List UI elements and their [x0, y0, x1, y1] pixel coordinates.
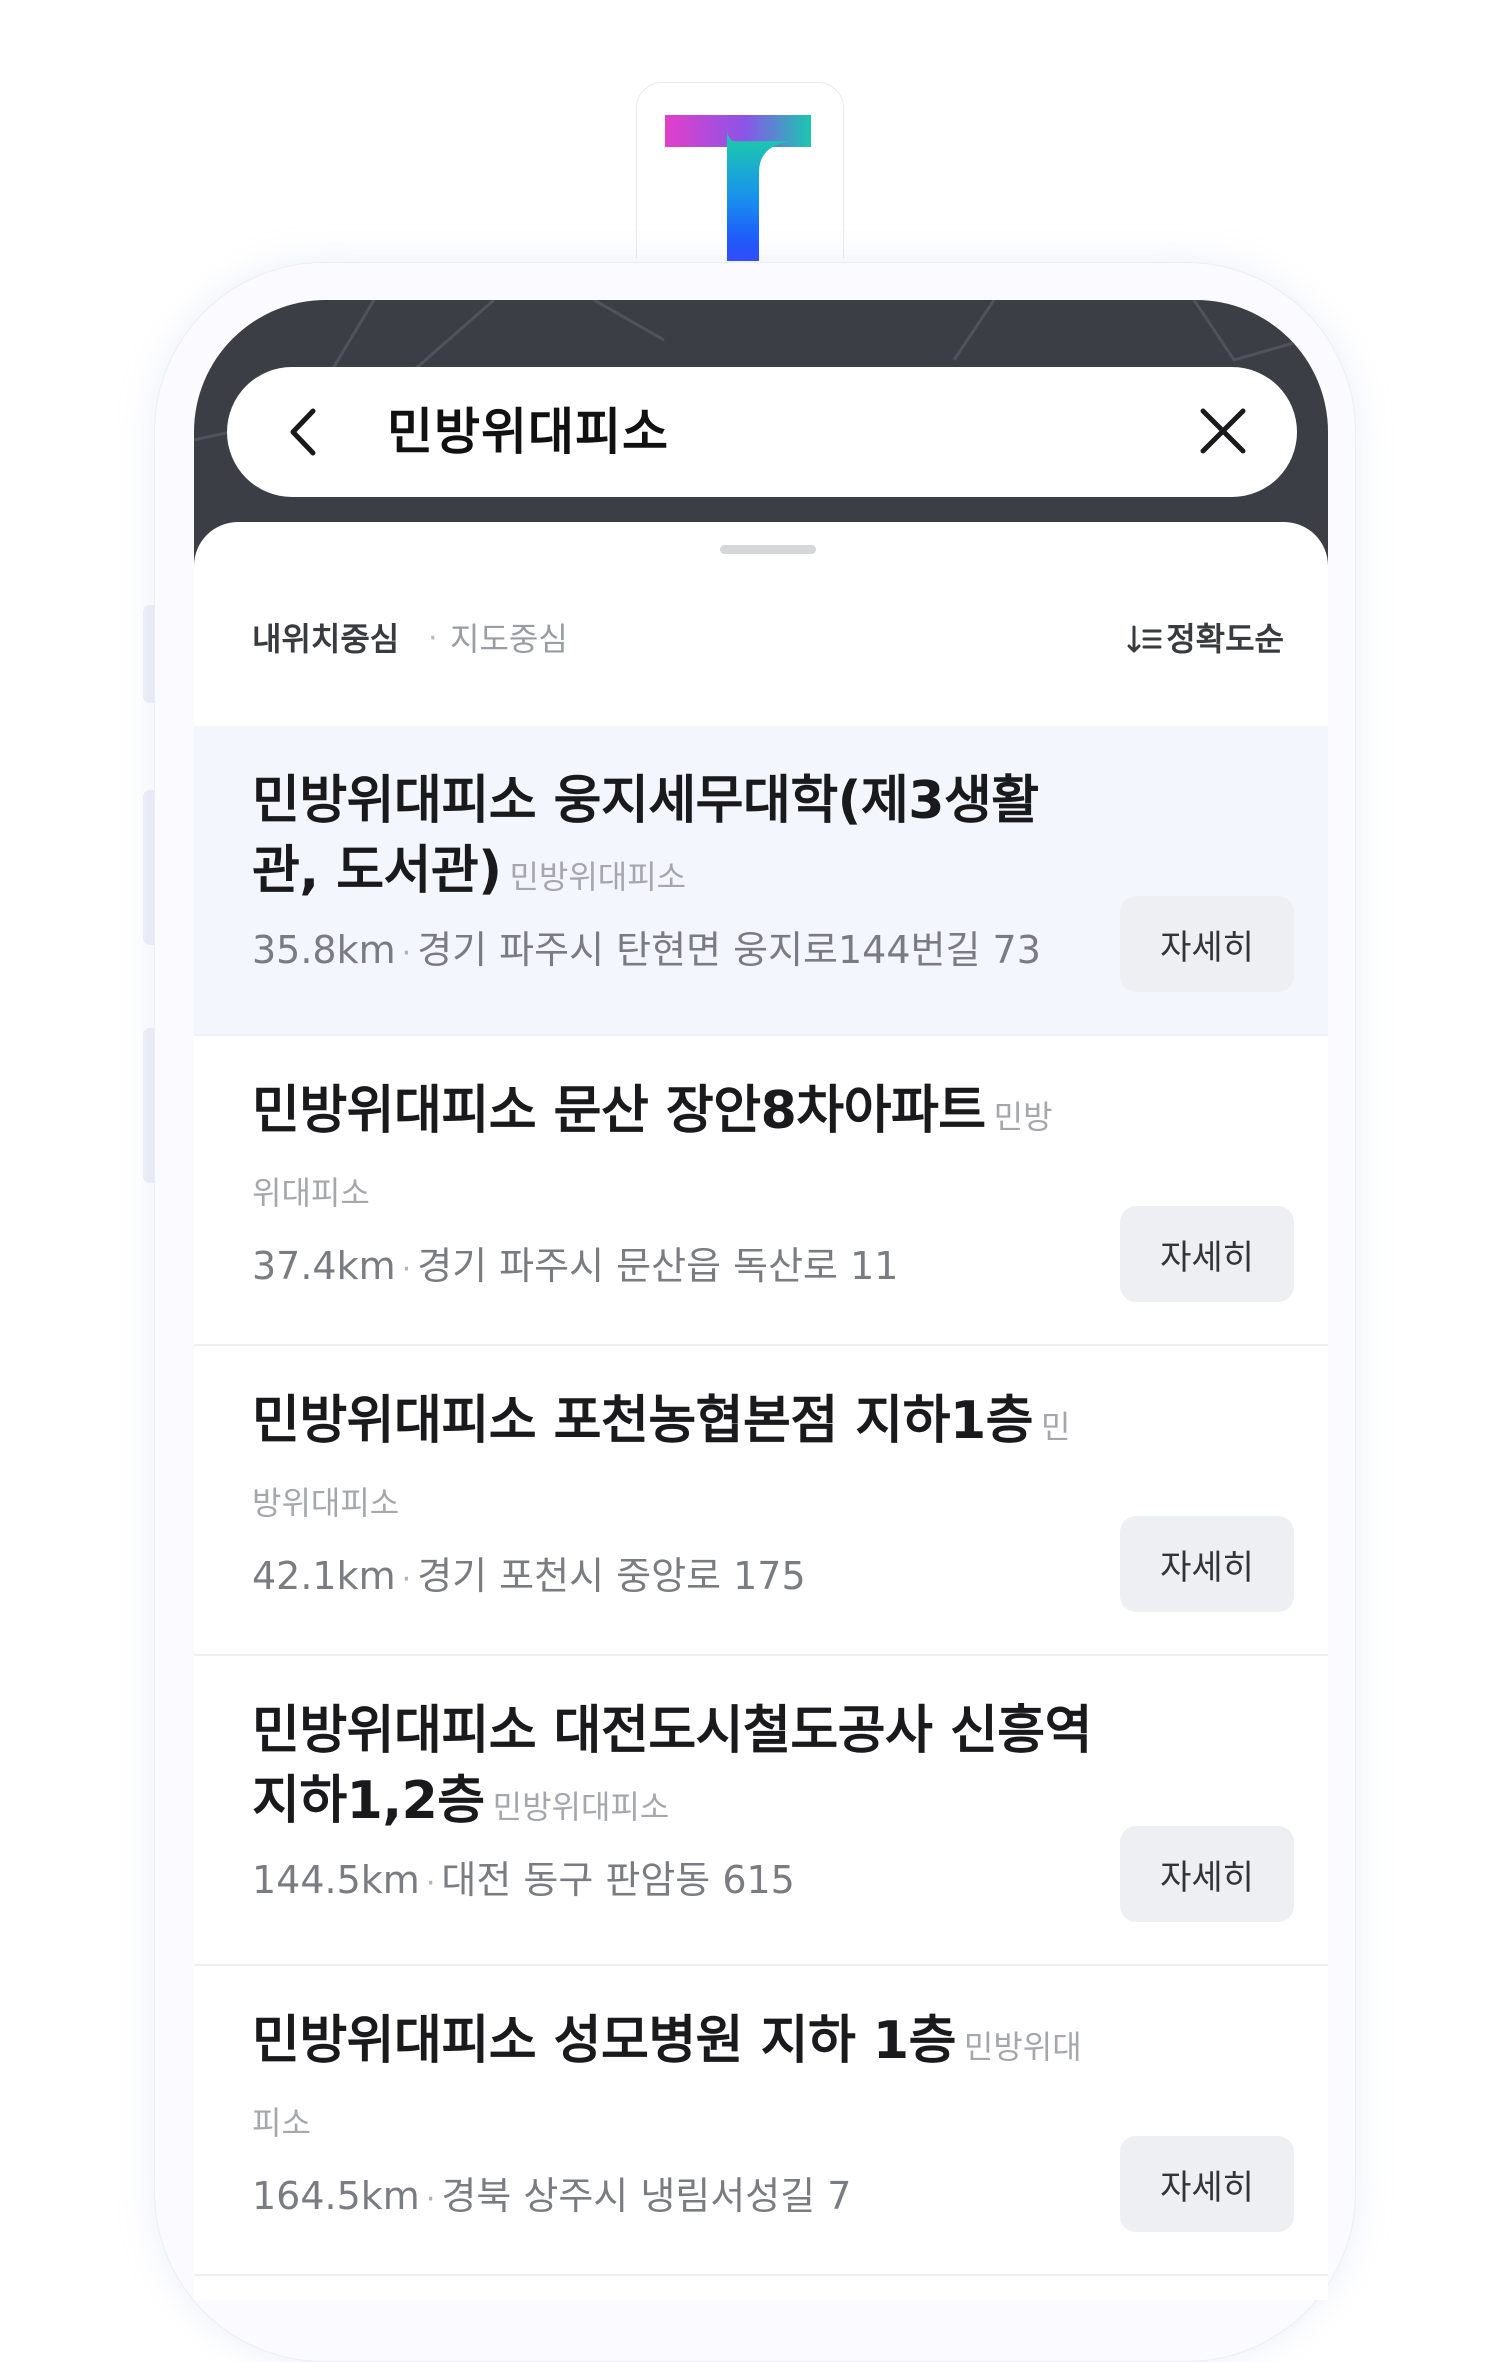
result-distance: 37.4km [252, 1244, 396, 1288]
results-list: 민방위대피소 웅지세무대학(제3생활관, 도서관) 민방위대피소 35.8km · 경… [194, 726, 1328, 2276]
app-logo-icon [636, 82, 844, 261]
result-distance: 144.5km [252, 1858, 420, 1902]
back-arrow-icon[interactable] [277, 403, 335, 461]
close-icon[interactable] [1193, 401, 1253, 461]
result-title: 민방위대피소 대전도시철도공사 신흥역 지하1,2층 [252, 1701, 1093, 1831]
result-item[interactable]: 민방위대피소 대전도시철도공사 신흥역 지하1,2층 민방위대피소 144.5km… [194, 1656, 1328, 1966]
results-sheet: 내위치중심 · 지도중심 정확도순 민방위대피소 웅지세무대학(제3생활관, 도… [194, 522, 1328, 2300]
result-item[interactable]: 민방위대피소 문산 장안8차아파트 민방위대피소 37.4km · 경기 파주시 문산… [194, 1036, 1328, 1346]
result-title: 민방위대피소 포천농협본점 지하1층 [252, 1391, 1034, 1451]
result-title: 민방위대피소 성모병원 지하 1층 [252, 2011, 956, 2071]
sort-button[interactable]: 정확도순 [1126, 614, 1284, 664]
detail-button[interactable]: 자세히 [1120, 1826, 1294, 1922]
sort-label: 정확도순 [1166, 620, 1284, 658]
result-item[interactable]: 민방위대피소 성모병원 지하 1층 민방위대피소 164.5km · 경북 상주시 냉… [194, 1966, 1328, 2276]
result-category: 민방위대피소 [509, 858, 687, 896]
detail-button[interactable]: 자세히 [1120, 1206, 1294, 1302]
detail-button[interactable]: 자세히 [1120, 1516, 1294, 1612]
sort-icon [1127, 625, 1162, 653]
detail-button[interactable]: 자세히 [1120, 2136, 1294, 2232]
result-distance: 35.8km [252, 928, 396, 972]
result-title: 민방위대피소 문산 장안8차아파트 [252, 1081, 986, 1141]
result-distance: 42.1km [252, 1554, 396, 1598]
result-address: 경북 상주시 냉림서성길 7 [441, 2174, 852, 2218]
result-address: 대전 동구 판암동 615 [441, 1858, 795, 1902]
result-address: 경기 파주시 탄현면 웅지로144번길 73 [417, 928, 1041, 972]
filter-my-location[interactable]: 내위치중심 [252, 614, 399, 664]
detail-button[interactable]: 자세히 [1120, 896, 1294, 992]
phone-screen: 민방위대피소 내위치중심 · 지도중심 정확도순 민방위대피소 웅지세무대학(제… [194, 300, 1328, 2300]
result-address: 경기 파주시 문산읍 독산로 11 [417, 1244, 899, 1288]
search-input[interactable]: 민방위대피소 [387, 367, 669, 497]
result-item[interactable]: 민방위대피소 포천농협본점 지하1층 민방위대피소 42.1km · 경기 포천시 중… [194, 1346, 1328, 1656]
result-address: 경기 포천시 중앙로 175 [417, 1554, 806, 1598]
filter-map-center[interactable]: 지도중심 [450, 614, 568, 664]
result-category: 민방위대피소 [492, 1788, 670, 1826]
sheet-drag-handle[interactable] [720, 545, 816, 554]
result-item[interactable]: 민방위대피소 웅지세무대학(제3생활관, 도서관) 민방위대피소 35.8km · 경… [194, 726, 1328, 1036]
result-distance: 164.5km [252, 2174, 420, 2218]
filter-row: 내위치중심 · 지도중심 정확도순 [252, 614, 1284, 664]
filter-separator: · [428, 621, 438, 656]
search-bar[interactable]: 민방위대피소 [227, 367, 1297, 497]
